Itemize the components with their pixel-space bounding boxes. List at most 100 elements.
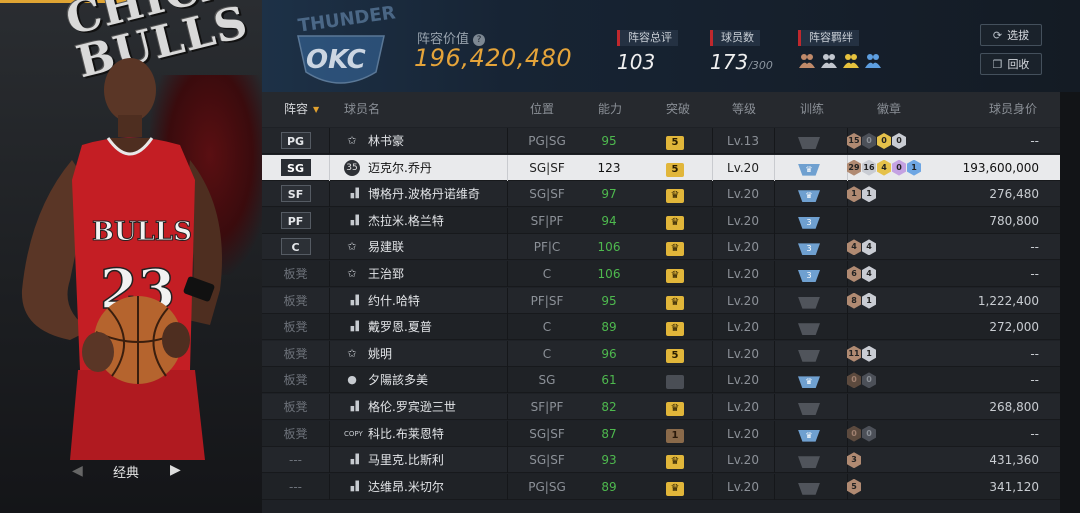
col-breakthrough[interactable]: 突破 bbox=[666, 92, 690, 127]
table-row[interactable]: 板凳 ▗▐ 约什.哈特 PF|SF 95 ♛ Lv.20 - 8 1 1,222,400 bbox=[262, 287, 1060, 314]
player-name: 博格丹.波格丹诺维奇 bbox=[368, 187, 480, 202]
training-cell[interactable]: ♛ bbox=[798, 421, 828, 447]
training-cell[interactable]: - bbox=[798, 314, 828, 340]
star-icon: ✩ bbox=[347, 240, 357, 254]
player-price: 272,000 bbox=[989, 320, 1039, 335]
star-icon: ✩ bbox=[347, 267, 357, 280]
triangle-right-icon[interactable]: ▶ bbox=[170, 462, 181, 478]
select-button[interactable]: ⟳ 选拔 bbox=[980, 24, 1042, 46]
badge-cell[interactable]: 5 bbox=[847, 474, 861, 500]
crown-icon: ♛ bbox=[666, 402, 684, 416]
player-price: 780,800 bbox=[989, 213, 1039, 228]
player-nav-label: 经典 bbox=[113, 466, 140, 481]
player-price: 268,800 bbox=[989, 400, 1039, 414]
training-cell[interactable]: ♛ bbox=[798, 155, 828, 181]
col-ability[interactable]: 能力 bbox=[598, 92, 622, 127]
player-name: 林书豪 bbox=[368, 134, 405, 148]
badge-darkbr-icon: 0 bbox=[847, 372, 861, 389]
table-row[interactable]: 板凳 ▗▐ 戴罗恩.夏普 C 89 ♛ Lv.20 - 272,000 bbox=[262, 314, 1060, 341]
training-empty-icon: - bbox=[798, 323, 820, 336]
table-row[interactable]: --- ▗▐ 达维昂.米切尔 PG|SG 89 ♛ Lv.20 - 5 341,120 bbox=[262, 473, 1060, 500]
bond-silver-icon[interactable] bbox=[820, 52, 838, 70]
bond-icons[interactable] bbox=[798, 52, 882, 70]
col-price[interactable]: 球员身价 bbox=[989, 92, 1037, 127]
table-row[interactable]: 板凳 ✩ 王治郅 C 106 ♛ Lv.20 3 6 4 -- bbox=[262, 261, 1060, 287]
player-price: 431,360 bbox=[989, 453, 1039, 468]
player-name: 迈克尔.乔丹 bbox=[368, 160, 432, 175]
badge-cell[interactable]: 3 bbox=[847, 447, 861, 473]
rating-label: 阵容总评 bbox=[617, 30, 678, 46]
breakthrough-cell: 5 bbox=[666, 155, 690, 181]
badge-cell[interactable]: 11 bbox=[847, 181, 876, 207]
training-empty-icon: - bbox=[798, 482, 820, 495]
col-level[interactable]: 等级 bbox=[732, 92, 756, 127]
badge-bronze-icon: 4 bbox=[847, 239, 861, 256]
svg-text:THUNDER: THUNDER bbox=[297, 2, 397, 36]
training-cell[interactable]: ♛ bbox=[798, 367, 828, 393]
table-row[interactable]: C ✩ 易建联 PF|C 106 ♛ Lv.20 3 4 4 -- bbox=[262, 234, 1060, 261]
table-row[interactable]: 板凳 ▗▐ 格伦.罗宾逊三世 SF|PF 82 ♛ Lv.20 - 268,800 bbox=[262, 394, 1060, 420]
table-row[interactable]: 板凳 ● 夕陽該多美 SG 61 - Lv.20 ♛ 0 0 -- bbox=[262, 367, 1060, 394]
col-lineup[interactable]: 阵容 ▼ bbox=[284, 92, 319, 127]
recycle-button[interactable]: ❐ 回收 bbox=[980, 53, 1042, 75]
table-row[interactable]: SF ▗▐ 博格丹.波格丹诺维奇 SG|SF 97 ♛ Lv.20 ♛ 1 1 276,480 bbox=[262, 181, 1060, 208]
training-cell[interactable]: - bbox=[798, 288, 828, 314]
training-crown-icon: ♛ bbox=[798, 429, 820, 442]
rating-stat: 阵容总评 103 bbox=[617, 26, 678, 74]
table-row[interactable]: --- ▗▐ 马里克.比斯利 SG|SF 93 ♛ Lv.20 - 3 431,360 bbox=[262, 447, 1060, 474]
training-cell[interactable]: - bbox=[798, 474, 828, 500]
col-badges[interactable]: 徽章 bbox=[877, 92, 901, 127]
breakthrough-cell: 5 bbox=[666, 128, 690, 154]
training-cell[interactable]: - bbox=[798, 128, 828, 154]
bond-bronze-icon[interactable] bbox=[798, 52, 816, 70]
badge-cell[interactable]: 00 bbox=[847, 421, 876, 447]
breakthrough-cell: - bbox=[666, 367, 690, 393]
training-cell[interactable]: 3 bbox=[798, 261, 828, 287]
player-position: SF|PF bbox=[530, 400, 564, 414]
roster-table: 阵容 ▼ 球员名 位置 能力 突破 等级 训练 徽章 球员身价 PG ✩ 林书豪 PG|… bbox=[262, 92, 1060, 513]
slot-tag: C bbox=[280, 238, 311, 256]
col-training[interactable]: 训练 bbox=[800, 92, 824, 127]
player-price: -- bbox=[1030, 373, 1039, 388]
table-row[interactable]: PG ✩ 林书豪 PG|SG 95 5 Lv.13 - 15 0 0 0 -- bbox=[262, 128, 1060, 154]
table-row[interactable]: SG 35 迈克尔.乔丹 SG|SF 123 5 Lv.20 ♛ 29 16 4 0 1 193,600,… bbox=[262, 154, 1060, 181]
badge-gold-icon: 4 bbox=[877, 159, 891, 176]
player-ability: 106 bbox=[597, 267, 621, 281]
slot-tag: SG bbox=[280, 158, 311, 176]
training-cell[interactable]: - bbox=[798, 447, 828, 473]
training-cell[interactable]: 3 bbox=[798, 208, 828, 234]
badge-cell[interactable]: 11 1 bbox=[847, 341, 876, 367]
crown-icon: ♛ bbox=[666, 455, 684, 470]
slot-tag: SF bbox=[280, 185, 311, 203]
badge-cell[interactable]: 81 bbox=[847, 288, 876, 314]
triangle-left-icon[interactable]: ◀ bbox=[72, 463, 83, 479]
training-cell[interactable]: - bbox=[798, 394, 828, 420]
col-name[interactable]: 球员名 bbox=[344, 92, 380, 127]
signal-icon: ▗▐ bbox=[347, 481, 359, 492]
player-position: SG|SF bbox=[529, 426, 565, 441]
training-crown-icon: ♛ bbox=[798, 163, 820, 176]
bond-blue-icon[interactable] bbox=[864, 52, 882, 70]
bond-gold-icon[interactable] bbox=[842, 52, 860, 70]
badge-silver-icon: 16 bbox=[862, 159, 876, 176]
sort-caret-icon: ▼ bbox=[313, 105, 320, 114]
badge-darkbr-icon: 0 bbox=[847, 425, 861, 442]
badge-bronze-icon: 5 bbox=[847, 478, 861, 495]
breakthrough-cell: ♛ bbox=[666, 208, 690, 234]
training-cell[interactable]: - bbox=[798, 341, 828, 367]
training-empty-icon: - bbox=[798, 403, 820, 415]
badge-dark-icon: 0 bbox=[862, 133, 876, 149]
player-level: Lv.20 bbox=[727, 453, 759, 468]
training-cell[interactable]: 3 bbox=[798, 234, 828, 260]
badge-cell[interactable]: 44 bbox=[847, 234, 876, 260]
badge-cell[interactable]: 00 bbox=[847, 367, 876, 393]
table-row[interactable]: PF ▗▐ 杰拉米.格兰特 SF|PF 94 ♛ Lv.20 3 780,800 bbox=[262, 207, 1060, 234]
player-position: SG|SF bbox=[529, 187, 565, 202]
table-row[interactable]: 板凳 ✩ 姚明 C 96 5 Lv.20 - 11 1 -- bbox=[262, 340, 1060, 367]
col-position[interactable]: 位置 bbox=[530, 92, 554, 127]
table-row[interactable]: 板凳 COPY 科比.布莱恩特 SG|SF 87 1 Lv.20 ♛ 0 0 -- bbox=[262, 420, 1060, 447]
badge-cell[interactable]: 64 bbox=[847, 261, 876, 287]
badge-cell[interactable]: 15 0 0 0 bbox=[847, 128, 906, 154]
player-position: SG|SF bbox=[529, 453, 565, 468]
training-cell[interactable]: ♛ bbox=[798, 181, 828, 207]
